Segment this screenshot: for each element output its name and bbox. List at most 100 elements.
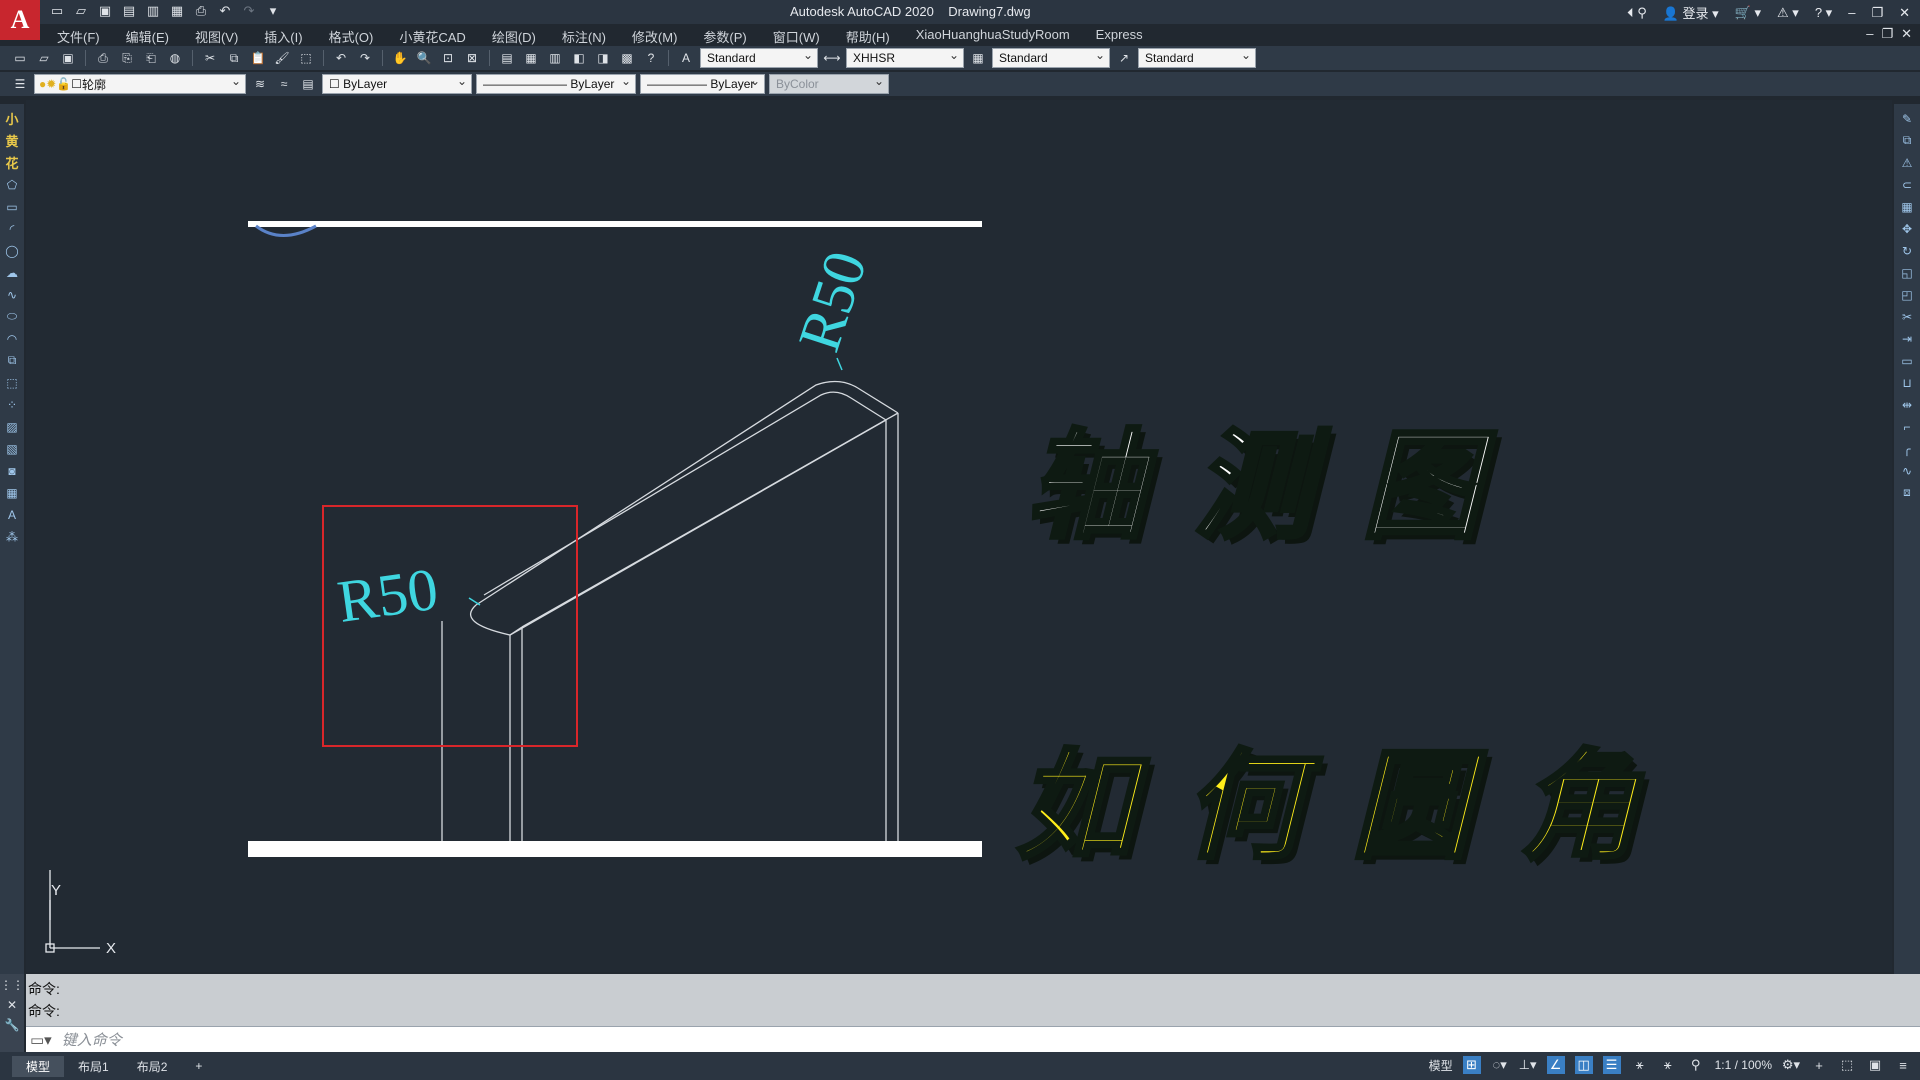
ellipse-arc-icon[interactable]: ◠ <box>3 330 21 347</box>
polygon-icon[interactable]: ⬠ <box>3 176 21 193</box>
break-icon[interactable]: ⊔ <box>1898 374 1916 391</box>
doc-minimize-icon[interactable]: – <box>1866 26 1873 42</box>
web-mobile-save-icon[interactable]: ▦ <box>168 2 186 20</box>
close-icon[interactable]: ✕ <box>1899 5 1910 21</box>
xhh-char-3[interactable]: 花 <box>3 154 21 171</box>
zoom-window-icon[interactable]: ⊡ <box>438 49 458 67</box>
exchange-icon[interactable]: ⚠ ▾ <box>1777 5 1799 21</box>
insert-block-icon[interactable]: ⧉ <box>3 352 21 369</box>
menu-edit[interactable]: 编辑(E) <box>113 24 182 46</box>
paste-icon[interactable]: 📋 <box>248 49 268 67</box>
grip-icon[interactable]: ⋮⋮ <box>0 978 24 992</box>
menu-format[interactable]: 格式(O) <box>316 24 387 46</box>
xhh-char-2[interactable]: 黄 <box>3 132 21 149</box>
login-label[interactable]: 登录 <box>1683 6 1709 21</box>
menu-parametric[interactable]: 参数(P) <box>690 24 759 46</box>
make-block-icon[interactable]: ⬚ <box>3 374 21 391</box>
dim-style-icon[interactable]: ⟷ <box>822 49 842 67</box>
polar-tracking-icon[interactable]: ◫ <box>1574 1056 1593 1074</box>
open-file-icon[interactable]: ▱ <box>72 2 90 20</box>
annotation-visibility-icon[interactable]: ⚹ <box>1631 1056 1649 1074</box>
mleader-style-icon[interactable]: ↗ <box>1114 49 1134 67</box>
tool-palettes-icon[interactable]: ▥ <box>545 49 565 67</box>
design-center-icon[interactable]: ▦ <box>521 49 541 67</box>
spline-icon[interactable]: ∿ <box>3 286 21 303</box>
save-icon[interactable]: ▣ <box>58 49 78 67</box>
drawing-canvas[interactable]: R50 R50 Y X 轴测图 如何圆角 <box>26 100 1892 972</box>
menu-file[interactable]: 文件(F) <box>44 24 113 46</box>
zoom-realtime-icon[interactable]: 🔍 <box>414 49 434 67</box>
add-layout-button[interactable]: + <box>181 1057 216 1075</box>
redo-icon[interactable]: ↷ <box>240 2 258 20</box>
redo-icon[interactable]: ↷ <box>355 49 375 67</box>
layer-select[interactable]: ● ✹ 🔓 ☐ 轮廓 <box>34 74 246 94</box>
customization-menu-icon[interactable]: ≡ <box>1894 1056 1912 1074</box>
ortho-icon[interactable]: ∠ <box>1546 1056 1565 1074</box>
copy-object-icon[interactable]: ⧉ <box>1898 132 1916 149</box>
auto-scale-icon[interactable]: ⚹ <box>1659 1056 1677 1074</box>
pan-icon[interactable]: ✋ <box>390 49 410 67</box>
autocad-logo-button[interactable]: A <box>0 0 40 40</box>
plus-icon[interactable]: + <box>1810 1056 1828 1074</box>
command-recent-icon[interactable]: ▭▾ <box>30 1031 52 1049</box>
chamfer-icon[interactable]: ⌐ <box>1898 418 1916 435</box>
tab-layout2[interactable]: 布局2 <box>123 1056 182 1077</box>
gradient-icon[interactable]: ▧ <box>3 440 21 457</box>
xhh-char-1[interactable]: 小 <box>3 110 21 127</box>
rotate-icon[interactable]: ↻ <box>1898 242 1916 259</box>
scale-icon[interactable]: ◱ <box>1898 264 1916 281</box>
make-current-icon[interactable]: ≋ <box>250 75 270 93</box>
layer-properties-icon[interactable]: ☰ <box>10 75 30 93</box>
undo-icon[interactable]: ↶ <box>331 49 351 67</box>
search-help-icon[interactable]: ⏴ ⚲ <box>1627 5 1647 21</box>
menu-xhh-cad[interactable]: 小黄花CAD <box>386 24 478 46</box>
extend-icon[interactable]: ⇥ <box>1898 330 1916 347</box>
new-icon[interactable]: ▭ <box>10 49 30 67</box>
snap-mode-icon[interactable]: ◌▾ <box>1491 1056 1509 1074</box>
isodraft-icon[interactable]: ☰ <box>1602 1056 1621 1074</box>
plot-preview-icon[interactable]: ⎘ <box>117 49 137 67</box>
save-as-icon[interactable]: ▤ <box>120 2 138 20</box>
add-selected-icon[interactable]: ⁂ <box>3 528 21 545</box>
doc-close-icon[interactable]: ✕ <box>1901 26 1912 42</box>
publish-icon[interactable]: ⎗ <box>141 49 161 67</box>
infer-constraints-icon[interactable]: ⊥▾ <box>1519 1056 1537 1074</box>
block-editor-icon[interactable]: ⬚ <box>296 49 316 67</box>
customize-qat-icon[interactable]: ▾ <box>264 2 282 20</box>
region-icon[interactable]: ◙ <box>3 462 21 479</box>
menu-express[interactable]: Express <box>1083 24 1156 46</box>
table-style-icon[interactable]: ▦ <box>968 49 988 67</box>
blend-curves-icon[interactable]: ∿ <box>1898 462 1916 479</box>
move-icon[interactable]: ✥ <box>1898 220 1916 237</box>
erase-icon[interactable]: ✎ <box>1898 110 1916 127</box>
properties-icon[interactable]: ▤ <box>497 49 517 67</box>
tab-model[interactable]: 模型 <box>12 1055 65 1077</box>
plot-icon[interactable]: ⎙ <box>93 49 113 67</box>
3d-print-icon[interactable]: ◍ <box>165 49 185 67</box>
rectangle-icon[interactable]: ▭ <box>3 198 21 215</box>
workspace-gear-icon[interactable]: ⚙▾ <box>1782 1056 1800 1074</box>
restore-icon[interactable]: ❐ <box>1871 5 1883 21</box>
annotation-scale-icon[interactable]: ⚲ <box>1687 1056 1705 1074</box>
lineweight-select[interactable]: ————— ByLayer <box>640 74 765 94</box>
minimize-icon[interactable]: – <box>1848 5 1855 20</box>
explode-icon[interactable]: ⧈ <box>1898 484 1916 501</box>
help-icon[interactable]: ? ▾ <box>1815 5 1832 21</box>
help-icon[interactable]: ? <box>641 49 661 67</box>
array-icon[interactable]: ▦ <box>1898 198 1916 215</box>
grid-icon[interactable]: ⊞ <box>1462 1056 1481 1074</box>
mleader-style-select[interactable]: Standard <box>1138 48 1256 68</box>
web-mobile-open-icon[interactable]: ▥ <box>144 2 162 20</box>
tab-layout1[interactable]: 布局1 <box>64 1056 123 1077</box>
dim-style-select[interactable]: XHHSR <box>846 48 964 68</box>
ellipse-icon[interactable]: ⬭ <box>3 308 21 325</box>
join-icon[interactable]: ⇹ <box>1898 396 1916 413</box>
menu-insert[interactable]: 插入(I) <box>251 24 315 46</box>
annotation-scale-value[interactable]: 1:1 / 100% <box>1715 1058 1772 1072</box>
mirror-icon[interactable]: ⚠ <box>1898 154 1916 171</box>
menu-window[interactable]: 窗口(W) <box>760 24 833 46</box>
match-properties-icon[interactable]: 🖌 <box>272 49 292 67</box>
quickcalc-icon[interactable]: ▩ <box>617 49 637 67</box>
mtext-icon[interactable]: A <box>3 506 21 523</box>
menu-view[interactable]: 视图(V) <box>182 24 251 46</box>
